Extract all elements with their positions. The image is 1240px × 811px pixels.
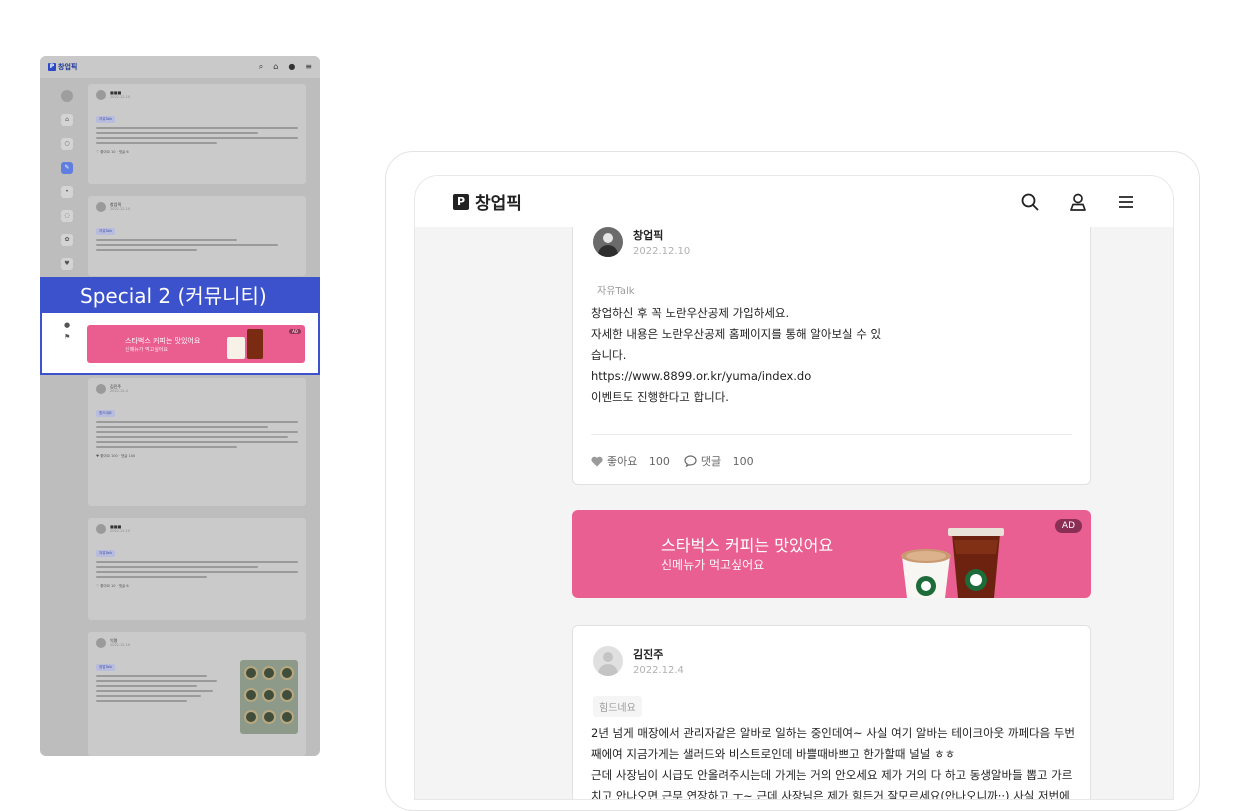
search-icon: ⌕ bbox=[258, 62, 264, 71]
heart-icon bbox=[591, 456, 603, 466]
thumbnail-header: P 창업픽 ⌕ ⌂ ● ≡ bbox=[40, 56, 320, 78]
menu-icon: ≡ bbox=[305, 62, 312, 71]
user-icon: ● bbox=[288, 62, 296, 71]
page-thumbnail: P 창업픽 ⌕ ⌂ ● ≡ ⌂ ○ ✎ • ◌ ✿ ♥ ◉ ■■■2022.12… bbox=[40, 56, 320, 756]
like-button[interactable]: 좋아요 100 bbox=[591, 453, 670, 469]
post-line: 습니다. bbox=[591, 348, 627, 362]
thumbnail-post-card: 김진주 2022.12.4 힘드네요 ♥ 좋아요 100 · 댓글 100 bbox=[88, 378, 306, 506]
like-label: 좋아요 bbox=[607, 455, 638, 468]
post-line: 2년 넘게 매장에서 관리자같은 알바로 일하는 중인데여~ 사실 여기 알바는… bbox=[591, 726, 1076, 740]
coffee-cups-image bbox=[901, 528, 1004, 598]
post-line: 창업하신 후 꼭 노란우산공제 가입하세요. bbox=[591, 306, 790, 320]
user-icon[interactable] bbox=[1067, 191, 1089, 213]
avatar bbox=[593, 646, 623, 676]
comment-label: 댓글 bbox=[700, 455, 722, 468]
search-icon[interactable] bbox=[1019, 191, 1041, 213]
special-rail-icons: ● ⚑ bbox=[64, 319, 70, 343]
thumbnail-side-rail: ⌂ ○ ✎ • ◌ ✿ ♥ ◉ bbox=[56, 86, 78, 746]
rail-comment-icon: ◌ bbox=[61, 210, 73, 222]
post-stats: 좋아요 100 댓글 100 bbox=[591, 453, 754, 469]
rail-heart-icon: ♥ bbox=[61, 258, 73, 270]
thumbnail-ad-badge: AD bbox=[289, 329, 301, 334]
post-line: 째에여 지금가게는 샐러드와 비스트로인데 바쁠때바쁘고 한가할때 널널 ㅎㅎ bbox=[591, 747, 956, 761]
divider bbox=[591, 434, 1072, 435]
rail-avatar bbox=[61, 90, 73, 102]
avatar bbox=[593, 227, 623, 257]
bell-icon: ⌂ bbox=[273, 62, 279, 71]
thumbnail-post-card: ■■■ 2022.12.10 자유Talk ♡ 좋아요 10 · 댓글 6 bbox=[88, 518, 306, 620]
thumbnail-post-card: 창업픽 2022.12.10 자유Talk bbox=[88, 196, 306, 276]
thumbnail-ad-title: 스타벅스 커피는 맛있어요 bbox=[125, 337, 201, 345]
special-highlight-box: Special 2 (커뮤니티) ● ⚑ 스타벅스 커피는 맛있어요 신메뉴가 … bbox=[40, 277, 320, 375]
brand-name: 창업픽 bbox=[475, 194, 522, 214]
thumbnail-ad-banner: 스타벅스 커피는 맛있어요 신메뉴가 먹고싶어요 AD bbox=[87, 325, 305, 363]
post-author: 김진주 2022.12.4 bbox=[593, 646, 684, 676]
category-tag[interactable]: 힘드네요 bbox=[593, 696, 642, 717]
thumbnail-logo: P 창업픽 bbox=[48, 62, 77, 72]
author-name: 창업픽 bbox=[633, 229, 664, 242]
comment-button[interactable]: 댓글 100 bbox=[684, 453, 754, 469]
rail-pin-icon: • bbox=[61, 186, 73, 198]
app-screen: P 창업픽 창업픽 2022.12.10 자유Talk 창업하신 후 꼭 노란우… bbox=[414, 175, 1174, 800]
post-card[interactable]: 김진주 2022.12.4 힘드네요 2년 넘게 매장에서 관리자같은 알바로 … bbox=[572, 625, 1091, 800]
category-tag[interactable]: 자유Talk bbox=[593, 279, 641, 300]
post-author: 창업픽 2022.12.10 bbox=[593, 227, 690, 257]
post-line: 자세한 내용은 노란우산공제 홈페이지를 통해 알아보실 수 있 bbox=[591, 327, 882, 341]
post-body: 창업하신 후 꼭 노란우산공제 가입하세요. 자세한 내용은 노란우산공제 홈페… bbox=[591, 303, 881, 408]
post-date: 2022.12.4 bbox=[633, 665, 684, 676]
ad-title: 스타벅스 커피는 맛있어요 bbox=[661, 536, 834, 555]
app-header: P 창업픽 bbox=[415, 176, 1173, 227]
header-actions bbox=[1019, 191, 1137, 213]
like-count: 100 bbox=[648, 454, 670, 468]
pin-icon: ● bbox=[64, 321, 71, 329]
flag-icon: ⚑ bbox=[64, 333, 71, 341]
ad-badge: AD bbox=[1054, 519, 1082, 533]
thumbnail-post-card: ■■■ 2022.12.10 자유Talk ♡ 좋아요 10 · 댓글 6 bbox=[88, 84, 306, 184]
post-line: 치고 안나오면 근무 연장하고 ㅜ~ 근데 사장님은 제가 힘든거 잘모르세요(… bbox=[591, 789, 1070, 800]
iced-coffee-icon bbox=[247, 329, 263, 359]
ad-banner[interactable]: 스타벅스 커피는 맛있어요 신메뉴가 먹고싶어요 AD bbox=[572, 510, 1091, 598]
rail-home-icon: ⌂ bbox=[61, 114, 73, 126]
rail-chat-icon: ○ bbox=[61, 138, 73, 150]
post-card[interactable]: 창업픽 2022.12.10 자유Talk 창업하신 후 꼭 노란우산공제 가입… bbox=[572, 206, 1091, 485]
thumbnail-header-icons: ⌕ ⌂ ● ≡ bbox=[259, 62, 312, 72]
thumbnail-ad-subtitle: 신메뉴가 먹고싶어요 bbox=[125, 347, 168, 353]
thumbnail-brand: 창업픽 bbox=[58, 63, 78, 71]
ad-subtitle: 신메뉴가 먹고싶어요 bbox=[661, 558, 765, 572]
thumbnail-logo-icon: P bbox=[48, 63, 56, 71]
special-label: Special 2 (커뮤니티) bbox=[42, 279, 318, 313]
comment-count: 100 bbox=[732, 454, 754, 468]
rail-edit-icon: ✎ bbox=[61, 162, 73, 174]
rail-leaf-icon: ✿ bbox=[61, 234, 73, 246]
post-link[interactable]: https://www.8899.or.kr/yuma/index.do bbox=[591, 366, 881, 387]
latte-cup-icon bbox=[227, 337, 245, 359]
comment-icon bbox=[684, 455, 697, 467]
post-date: 2022.12.10 bbox=[633, 246, 691, 257]
brand-logo[interactable]: P 창업픽 bbox=[453, 189, 522, 214]
author-name: 김진주 bbox=[633, 648, 664, 661]
post-line: 이벤트도 진행한다고 합니다. bbox=[591, 390, 729, 404]
post-line: 근데 사장님이 시급도 안올려주시는데 가게는 거의 안오세요 제가 거의 다 … bbox=[591, 768, 1073, 782]
menu-icon[interactable] bbox=[1115, 191, 1137, 213]
thumbnail-post-card: 익명 2022.12.10 창업Talk bbox=[88, 632, 306, 756]
thumbnail-food-image bbox=[240, 660, 298, 734]
post-body: 2년 넘게 매장에서 관리자같은 알바로 일하는 중인데여~ 사실 여기 알바는… bbox=[591, 723, 1076, 800]
logo-icon: P bbox=[453, 193, 469, 210]
